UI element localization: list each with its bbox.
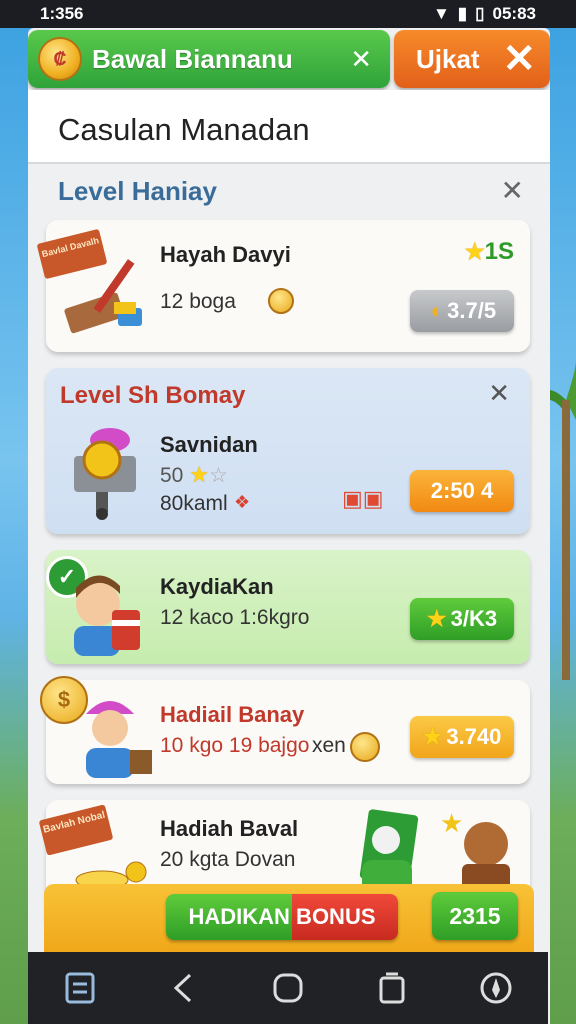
status-clock: 05:83 (492, 4, 536, 23)
card-subtitle: 12 boga (160, 290, 236, 313)
character-icon (86, 701, 152, 778)
card-title: Hayah Davyi (160, 242, 291, 267)
card-title: Hadiah Baval (160, 816, 299, 841)
top-bar: ₡ Bawal Biannanu ✕ Ujkat ✕ (28, 28, 550, 90)
coin-icon (350, 732, 380, 762)
price-button[interactable]: ★ 3/K3 (410, 598, 514, 640)
update-label: Ujkat (416, 43, 480, 74)
coin-icon: ◖ (427, 298, 442, 323)
card-subtitle-extra: xen (312, 734, 346, 757)
close-icon[interactable]: ✕ (488, 378, 510, 409)
card-title: Hadiail Banay (160, 702, 305, 727)
status-bar: 1:356 ▼ ▮ ▯ 05:83 (0, 0, 576, 28)
card-subtitle: 12 kaco 1:6kgro (160, 606, 310, 629)
battery-icon: ▯ (475, 4, 485, 23)
card-subtitle: 80kaml (160, 492, 228, 515)
badge-ribbon: Bavlah Nobal (38, 804, 114, 856)
notes-icon[interactable] (60, 968, 100, 1008)
close-section-icon[interactable]: ✕ (501, 174, 524, 207)
signal-icon: ▮ (457, 4, 468, 23)
compass-icon[interactable] (476, 968, 516, 1008)
reward-card[interactable]: ✓ KaydiaKan 12 kaco 1:6kgro ★ 3/K3 (46, 550, 530, 664)
star-icon: ★ (422, 724, 443, 749)
cart-coin-icon (74, 428, 136, 520)
star-icon: ★ (464, 239, 485, 264)
page-heading: Casulan Manadan (28, 90, 550, 164)
card-title: Savnidan (160, 432, 258, 457)
title-tab[interactable]: ₡ Bawal Biannanu ✕ (28, 30, 390, 88)
card-subtitle: 20 kgta Dovan (160, 848, 296, 871)
star-icon: ★ (189, 462, 209, 487)
update-button[interactable]: Ujkat ✕ (394, 30, 550, 88)
price-button[interactable]: ◖ 3.7/5 (410, 290, 514, 332)
timer-button[interactable]: 2:50 4 (410, 470, 514, 512)
dice-icon: ▣▣ (342, 486, 384, 511)
bonus-count[interactable]: 2315 (432, 892, 518, 940)
character-icon (74, 575, 140, 656)
section-title: Level Haniay (58, 176, 217, 206)
bonus-banner: HADIKAN BONUS 2315 (44, 884, 534, 956)
svg-text:★: ★ (440, 808, 463, 838)
card-title: KaydiaKan (160, 574, 274, 599)
reward-card[interactable]: $ Hadiail Banay 10 kgo 19 bajgo xen ★ 3.7… (40, 676, 530, 784)
reward-card[interactable]: Bavlal Davalh Hayah Davyi 12 boga ★1S ◖ 3… (36, 220, 530, 352)
back-icon[interactable] (164, 968, 204, 1008)
gift-icon: ❖ (234, 492, 251, 512)
star-icon: ★ (426, 606, 447, 631)
nav-bar (28, 952, 548, 1024)
price-button[interactable]: ★ 3.740 (410, 716, 514, 758)
close-icon[interactable]: ✕ (502, 39, 536, 79)
close-icon[interactable]: ✕ (350, 44, 372, 75)
card-section-title: Level Sh Bomay (60, 382, 246, 409)
rating: 50 ★☆ (160, 462, 228, 487)
reward-value: ★1S (464, 238, 514, 265)
home-icon[interactable] (268, 968, 308, 1008)
coin-icon (268, 288, 294, 314)
status-time: 1:356 (40, 4, 84, 23)
card-subtitle: 10 kgo 19 bajgo (160, 734, 310, 757)
broom-icon (64, 259, 142, 334)
recent-apps-icon[interactable] (372, 968, 412, 1008)
wifi-icon: ▼ (432, 4, 450, 23)
star-empty-icon: ☆ (208, 464, 228, 487)
app-window: ₡ Bawal Biannanu ✕ Ujkat ✕ Casulan Manad… (28, 28, 550, 1024)
bonus-button[interactable]: HADIKAN BONUS (166, 894, 398, 940)
page-title: Casulan Manadan (58, 112, 310, 147)
app-title: Bawal Biannanu (92, 43, 293, 74)
reward-card[interactable]: Level Sh Bomay ✕ Savnidan 50 ★☆ 80kaml ❖… (46, 368, 530, 534)
coin-icon: ₡ (38, 37, 82, 81)
